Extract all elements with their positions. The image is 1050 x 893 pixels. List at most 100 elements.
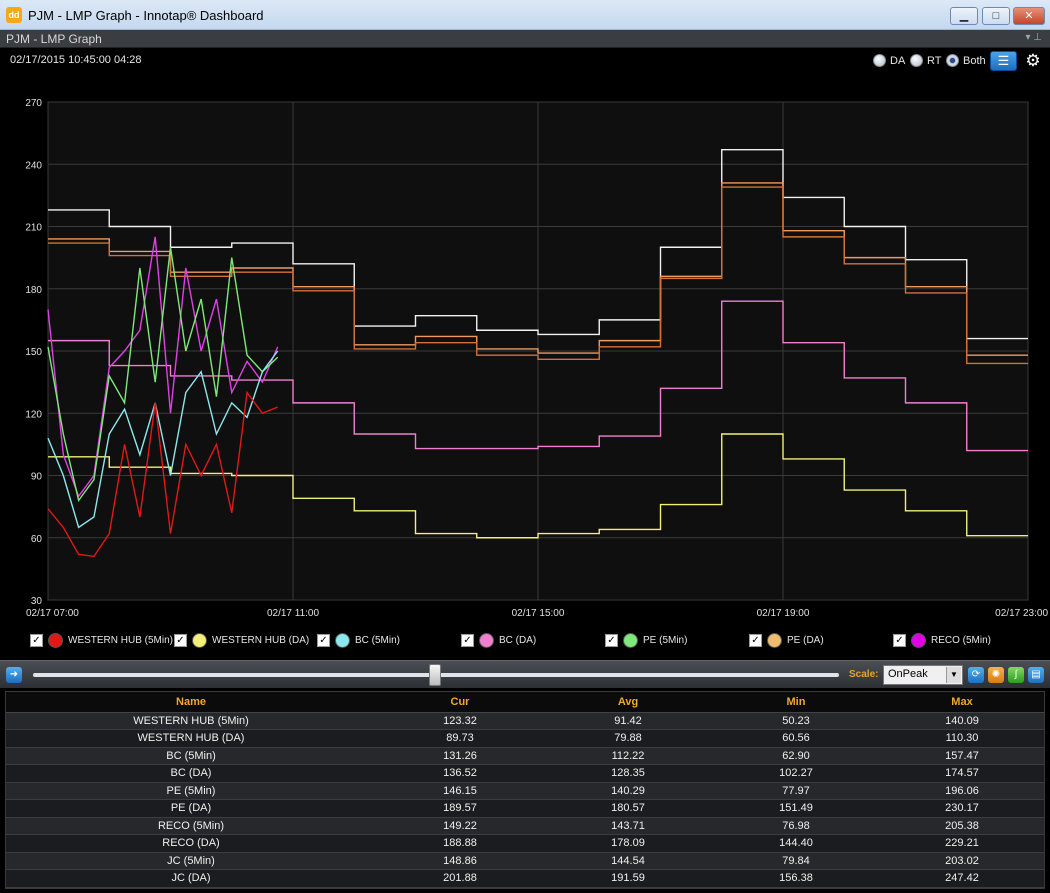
x-tick-label: 02/17 11:00 xyxy=(267,608,320,619)
cell-max: 110.30 xyxy=(880,729,1044,748)
legend-label: RECO (5Min) xyxy=(931,634,992,646)
cell-avg: 91.42 xyxy=(544,712,712,730)
legend-color-swatch xyxy=(48,632,63,648)
chart-type-button[interactable]: ∫ xyxy=(1008,667,1024,683)
maximize-button[interactable]: □ xyxy=(982,7,1010,25)
table-row[interactable]: BC (5Min) 131.26 112.22 62.90 157.47 xyxy=(6,747,1044,765)
radio-rt-icon[interactable] xyxy=(910,54,923,67)
cell-min: 79.84 xyxy=(712,852,880,870)
minimize-button[interactable]: ▁ xyxy=(950,7,978,25)
cell-name: JC (DA) xyxy=(6,869,376,888)
radio-da-label: DA xyxy=(890,54,906,67)
close-icon: ✕ xyxy=(1024,10,1034,22)
stats-table-container: Name Cur Avg Min Max WESTERN HUB (5Min) 1… xyxy=(5,691,1045,889)
scale-label: Scale: xyxy=(849,669,879,680)
legend-color-swatch xyxy=(479,632,494,648)
cell-name: RECO (DA) xyxy=(6,834,376,853)
table-row[interactable]: PE (5Min) 146.15 140.29 77.97 196.06 xyxy=(6,782,1044,800)
cell-avg: 191.59 xyxy=(544,869,712,888)
legend-checkbox[interactable]: ✓ xyxy=(605,633,618,647)
cell-cur: 189.57 xyxy=(376,799,544,818)
radio-both[interactable]: Both xyxy=(946,54,986,67)
cell-max: 157.47 xyxy=(880,747,1044,765)
table-row[interactable]: WESTERN HUB (DA) 89.73 79.88 60.56 110.30 xyxy=(6,729,1044,748)
play-button[interactable]: ➜ xyxy=(6,667,22,683)
table-icon: ▤ xyxy=(1031,669,1041,680)
export-button[interactable]: ▤ xyxy=(1028,667,1044,683)
radio-da[interactable]: DA xyxy=(873,54,905,67)
table-row[interactable]: JC (5Min) 148.86 144.54 79.84 203.02 xyxy=(6,852,1044,870)
refresh-icon: ⟳ xyxy=(971,669,981,680)
cell-avg: 140.29 xyxy=(544,782,712,800)
app-window: dd PJM - LMP Graph - Innotap® Dashboard … xyxy=(0,0,1050,893)
table-row[interactable]: RECO (5Min) 149.22 143.71 76.98 205.38 xyxy=(6,817,1044,835)
cell-max: 205.38 xyxy=(880,817,1044,835)
close-button[interactable]: ✕ xyxy=(1013,7,1045,25)
panel-title: PJM - LMP Graph xyxy=(6,32,102,46)
cell-max: 196.06 xyxy=(880,782,1044,800)
legend-checkbox[interactable]: ✓ xyxy=(174,633,187,647)
cell-cur: 131.26 xyxy=(376,747,544,765)
table-row[interactable]: PE (DA) 189.57 180.57 151.49 230.17 xyxy=(6,799,1044,818)
scale-select[interactable]: OnPeak ▼ xyxy=(883,665,963,685)
table-row[interactable]: RECO (DA) 188.88 178.09 144.40 229.21 xyxy=(6,834,1044,853)
legend-item[interactable]: ✓ WESTERN HUB (DA) xyxy=(174,630,309,650)
table-row[interactable]: JC (DA) 201.88 191.59 156.38 247.42 xyxy=(6,869,1044,888)
table-row[interactable]: BC (DA) 136.52 128.35 102.27 174.57 xyxy=(6,764,1044,783)
cell-min: 151.49 xyxy=(712,799,880,818)
radio-rt[interactable]: RT xyxy=(910,54,941,67)
legend-checkbox[interactable]: ✓ xyxy=(317,633,330,647)
cell-min: 102.27 xyxy=(712,764,880,783)
col-header-avg[interactable]: Avg xyxy=(544,692,712,713)
radio-both-icon[interactable] xyxy=(946,54,959,67)
legend-checkbox[interactable]: ✓ xyxy=(749,633,762,647)
legend-item[interactable]: ✓ RECO (5Min) xyxy=(893,630,991,650)
y-tick-label: 90 xyxy=(31,472,43,483)
y-tick-label: 210 xyxy=(25,223,42,234)
x-tick-label: 02/17 19:00 xyxy=(757,608,810,619)
cell-avg: 112.22 xyxy=(544,747,712,765)
table-row[interactable]: WESTERN HUB (5Min) 123.32 91.42 50.23 140.09 xyxy=(6,712,1044,730)
list-view-button[interactable]: ☰ xyxy=(990,51,1017,71)
cell-min: 60.56 xyxy=(712,729,880,748)
y-tick-label: 180 xyxy=(25,285,42,296)
col-header-min[interactable]: Min xyxy=(712,692,880,713)
options-button[interactable]: ✺ xyxy=(988,667,1004,683)
legend-item[interactable]: ✓ BC (DA) xyxy=(461,630,536,650)
y-tick-label: 150 xyxy=(25,347,42,358)
legend-color-swatch xyxy=(911,632,926,648)
y-tick-label: 30 xyxy=(31,596,43,607)
legend-checkbox[interactable]: ✓ xyxy=(30,633,43,647)
legend-label: BC (DA) xyxy=(499,634,537,646)
gear-icon: ⚙ xyxy=(1025,51,1041,70)
legend-item[interactable]: ✓ PE (DA) xyxy=(749,630,824,650)
cell-cur: 123.32 xyxy=(376,712,544,730)
legend-checkbox[interactable]: ✓ xyxy=(461,633,474,647)
refresh-button[interactable]: ⟳ xyxy=(968,667,984,683)
cell-name: PE (DA) xyxy=(6,799,376,818)
slider-thumb[interactable] xyxy=(429,664,441,686)
legend-checkbox[interactable]: ✓ xyxy=(893,633,906,647)
cell-name: PE (5Min) xyxy=(6,782,376,800)
minimize-icon: ▁ xyxy=(959,10,969,22)
col-header-name[interactable]: Name xyxy=(6,692,376,713)
lmp-chart[interactable]: 30 60 90 120 150 180 210 240 270 02/17 07:00 02/1… xyxy=(0,74,1050,624)
cell-cur: 149.22 xyxy=(376,817,544,835)
cell-max: 229.21 xyxy=(880,834,1044,853)
pin-icon[interactable]: ▾ ⊥ xyxy=(1025,32,1042,43)
cell-max: 247.42 xyxy=(880,869,1044,888)
cell-min: 156.38 xyxy=(712,869,880,888)
legend-item[interactable]: ✓ PE (5Min) xyxy=(605,630,687,650)
legend-item[interactable]: ✓ WESTERN HUB (5Min) xyxy=(30,630,173,650)
legend-item[interactable]: ✓ BC (5Min) xyxy=(317,630,400,650)
list-icon: ☰ xyxy=(997,53,1010,68)
cell-name: WESTERN HUB (DA) xyxy=(6,729,376,748)
legend-label: PE (5Min) xyxy=(643,634,688,646)
time-slider-bar: ➜ Scale: OnPeak ▼ ⟳ ✺ ∫ ▤ xyxy=(0,660,1050,688)
radio-da-icon[interactable] xyxy=(873,54,886,67)
settings-button[interactable]: ⚙ xyxy=(1022,51,1044,71)
col-header-max[interactable]: Max xyxy=(880,692,1044,713)
legend-color-swatch xyxy=(623,632,638,648)
title-bar[interactable]: dd PJM - LMP Graph - Innotap® Dashboard … xyxy=(0,0,1050,30)
col-header-cur[interactable]: Cur xyxy=(376,692,544,713)
